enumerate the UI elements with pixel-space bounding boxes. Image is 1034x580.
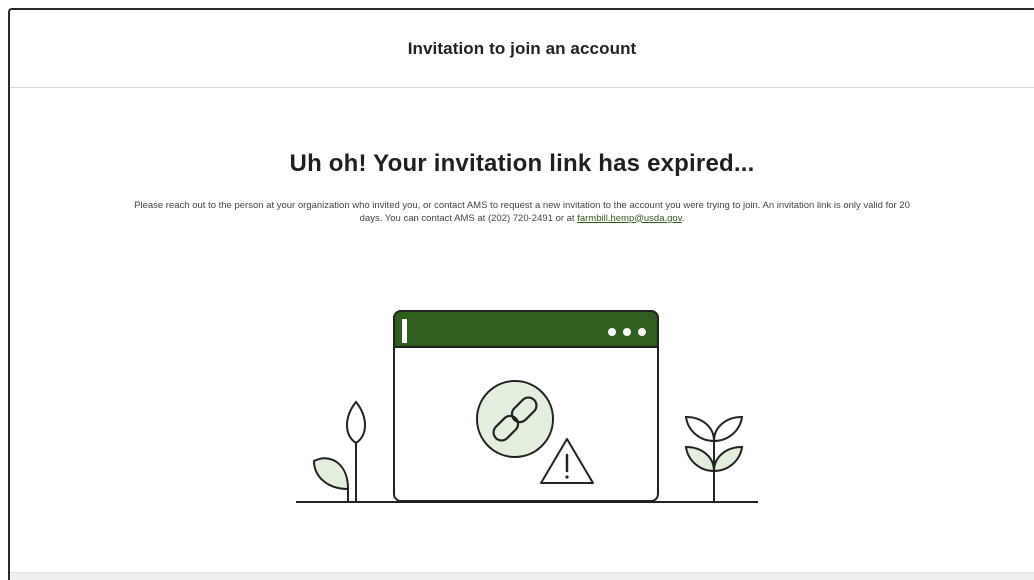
page-title: Uh oh! Your invitation link has expired.…	[289, 150, 755, 177]
expired-link-illustration	[296, 310, 758, 503]
message-lead: Please reach out to the person at your o…	[134, 200, 910, 224]
window-dot-icon	[638, 328, 646, 336]
dialog-footer-band	[10, 572, 1034, 580]
window-dot-icon	[608, 328, 616, 336]
expired-message: Please reach out to the person at your o…	[122, 200, 922, 225]
dialog-frame: Invitation to join an account Uh oh! You…	[8, 8, 1034, 580]
email-link[interactable]: farmbill.hemp@usda.gov	[577, 213, 682, 224]
dialog-header: Invitation to join an account	[10, 10, 1034, 88]
plant-sprout-icon	[312, 400, 366, 502]
dialog-title: Invitation to join an account	[407, 38, 637, 58]
window-dot-icon	[623, 328, 631, 336]
message-tail: .	[681, 212, 685, 224]
broken-link-icon	[476, 380, 554, 458]
main-content: Uh oh! Your invitation link has expired.…	[10, 150, 1034, 225]
leafy-plant-icon	[684, 415, 744, 502]
